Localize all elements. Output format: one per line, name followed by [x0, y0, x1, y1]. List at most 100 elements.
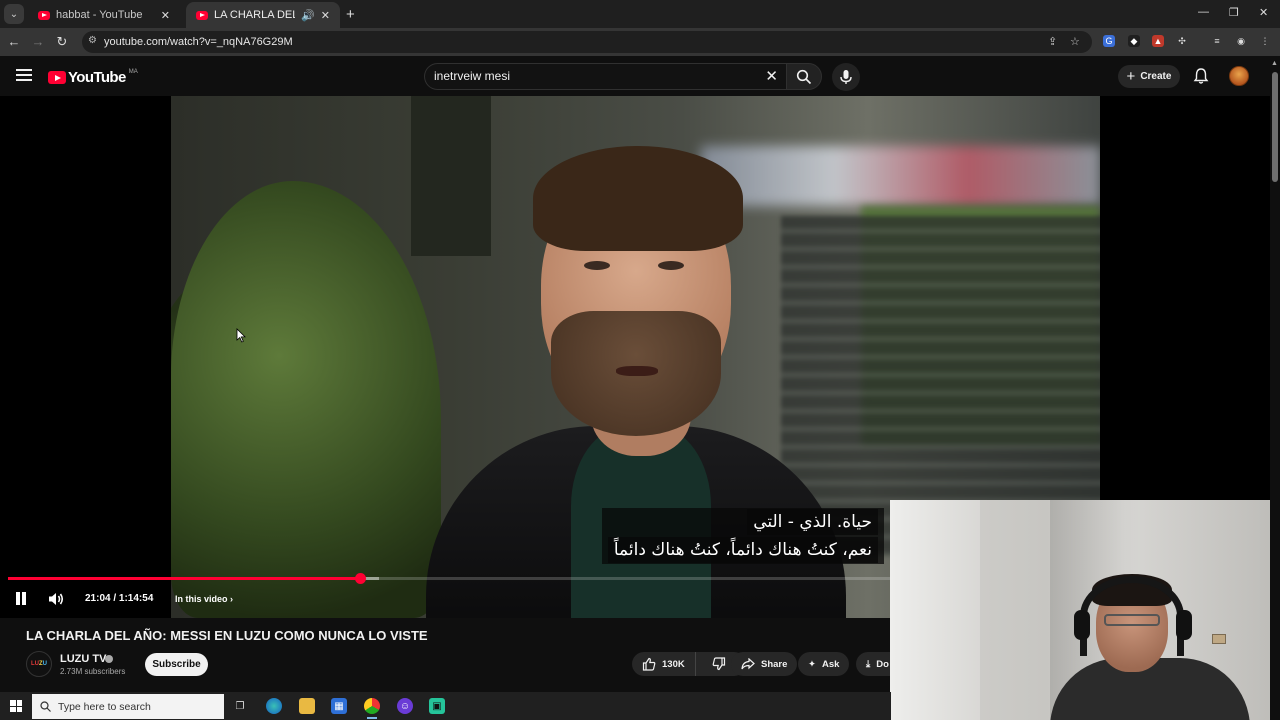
- volume-icon[interactable]: [47, 591, 65, 607]
- subtitle-text: نعم، كنتُ هناك دائماً، كنتُ هناك دائماً: [607, 537, 878, 563]
- eye: [584, 261, 610, 270]
- extension-red-icon[interactable]: ▲: [1152, 35, 1164, 47]
- subscriber-count: 2.73M subscribers: [60, 667, 126, 676]
- thumbs-up-icon: [642, 657, 656, 671]
- create-label: Create: [1140, 71, 1172, 82]
- extensions-puzzle-icon[interactable]: ✣: [1176, 35, 1188, 47]
- sparkle-icon: ✦: [808, 658, 816, 670]
- youtube-logo[interactable]: YouTube MA: [48, 69, 138, 86]
- taskbar-search[interactable]: Type here to search: [32, 694, 224, 719]
- plus-icon: +: [1126, 68, 1136, 85]
- screen: ⌄ habbat - YouTube ✕ LA CHARLA DEL AÑO: …: [0, 0, 1280, 720]
- site-info-icon[interactable]: ⚙: [88, 35, 97, 46]
- tab-habbat[interactable]: habbat - YouTube ✕: [28, 2, 180, 28]
- close-window-icon[interactable]: ✕: [1259, 6, 1268, 19]
- subscribe-button[interactable]: Subscribe: [145, 653, 208, 676]
- verified-check-icon: [105, 655, 113, 663]
- menu-icon[interactable]: [16, 69, 32, 81]
- microsoft-store-icon[interactable]: ▦: [331, 698, 347, 714]
- tab-la-charla[interactable]: LA CHARLA DEL AÑO: MES 🔊 ✕: [186, 2, 340, 28]
- pause-icon: [16, 592, 20, 605]
- tab-audio-icon[interactable]: 🔊: [301, 9, 315, 22]
- share-label: Share: [761, 658, 788, 670]
- tab-title: habbat - YouTube: [56, 9, 143, 21]
- avatar-letters: LU: [30, 661, 39, 667]
- file-explorer-icon[interactable]: [299, 698, 315, 714]
- share-arrow-icon: [741, 658, 755, 670]
- headset-earcup: [1074, 610, 1090, 640]
- address-bar[interactable]: ⚙ youtube.com/watch?v=_nqNA76G29M ⇪ ☆: [82, 31, 1092, 53]
- browser-toolbar: ← → ↻ ⚙ youtube.com/watch?v=_nqNA76G29M …: [0, 28, 1280, 56]
- youtube-favicon-icon: [196, 10, 208, 20]
- profile-icon[interactable]: ◉: [1235, 35, 1247, 47]
- tab-close-icon[interactable]: ✕: [321, 9, 330, 22]
- browser-tab-strip: ⌄ habbat - YouTube ✕ LA CHARLA DEL AÑO: …: [0, 0, 1280, 28]
- region-code: MA: [128, 68, 138, 75]
- pause-icon: [22, 592, 26, 605]
- scroll-up-arrow-icon[interactable]: ▲: [1271, 60, 1278, 67]
- create-button[interactable]: + Create: [1118, 65, 1180, 88]
- eye: [658, 261, 684, 270]
- forward-icon[interactable]: →: [30, 34, 46, 49]
- webcam-door: [890, 500, 980, 720]
- timecode: 21:04 / 1:14:54: [85, 593, 154, 604]
- subtitle-line-2: نعم، كنتُ هناك دائماً، كنتُ هناك دائماً: [601, 536, 884, 564]
- logo-text: YouTube: [68, 69, 126, 86]
- chrome-icon[interactable]: [364, 698, 380, 719]
- youtube-play-icon: [48, 71, 66, 84]
- clear-search-icon[interactable]: ✕: [765, 67, 778, 85]
- tab-close-icon[interactable]: ✕: [161, 9, 170, 22]
- microphone-icon: [840, 70, 852, 84]
- voice-search-button[interactable]: [832, 63, 860, 91]
- reload-icon[interactable]: ↻: [54, 34, 70, 50]
- edge-browser-icon[interactable]: [266, 698, 282, 714]
- page-scrollbar-thumb[interactable]: [1272, 72, 1278, 182]
- channel-avatar[interactable]: LU Z U: [26, 651, 52, 677]
- tab-title: LA CHARLA DEL AÑO: MES: [214, 9, 295, 21]
- discord-like-app-icon[interactable]: ☺: [397, 698, 413, 714]
- download-label: Do: [876, 658, 889, 670]
- extension-diamond-icon[interactable]: ◆: [1128, 35, 1140, 47]
- user-avatar[interactable]: [1229, 66, 1249, 86]
- video-title: LA CHARLA DEL AÑO: MESSI EN LUZU COMO NU…: [26, 628, 428, 643]
- tab-search-button[interactable]: ⌄: [4, 4, 24, 24]
- share-button[interactable]: Share: [731, 652, 798, 676]
- in-this-video-label: In this video: [175, 594, 228, 604]
- chevron-right-icon: ›: [230, 594, 234, 604]
- channel-name[interactable]: LUZU TV: [60, 653, 106, 665]
- search-icon: [40, 701, 51, 712]
- back-icon[interactable]: ←: [6, 34, 22, 49]
- search-input[interactable]: [434, 69, 754, 83]
- reading-list-icon[interactable]: ≡: [1211, 35, 1223, 47]
- played-bar: [8, 577, 361, 580]
- bookmark-star-icon[interactable]: ☆: [1070, 35, 1080, 48]
- pause-button[interactable]: [14, 592, 28, 606]
- in-this-video-button[interactable]: In this video ›: [175, 594, 233, 604]
- subtitles: حياة. الذي - التي نعم، كنتُ هناك دائماً،…: [601, 508, 884, 564]
- ask-button[interactable]: ✦ Ask: [798, 652, 850, 676]
- subtitle-text: حياة. الذي - التي: [747, 509, 878, 535]
- new-tab-button[interactable]: +: [346, 6, 355, 23]
- like-button[interactable]: 130K: [632, 652, 696, 676]
- translate-extension-icon[interactable]: G: [1103, 35, 1115, 47]
- chrome-menu-icon[interactable]: ⋮: [1259, 35, 1271, 47]
- thumbs-down-icon: [712, 657, 725, 671]
- youtube-favicon-icon: [38, 10, 50, 20]
- mouse-cursor-icon: [236, 328, 246, 343]
- notifications-bell-icon[interactable]: [1192, 67, 1210, 85]
- minimize-icon[interactable]: —: [1198, 6, 1209, 18]
- search-button[interactable]: [786, 63, 822, 90]
- youtube-header: YouTube MA ✕ + Create: [0, 56, 1280, 96]
- avatar-letters: U: [42, 661, 47, 667]
- restore-icon[interactable]: ❐: [1229, 6, 1239, 19]
- app-icon[interactable]: ▣: [429, 698, 445, 714]
- windows-start-icon[interactable]: [10, 700, 22, 712]
- windows-taskbar: Type here to search ❐ ▦ ☺ ▣: [0, 692, 891, 720]
- subtitle-line-1: حياة. الذي - التي: [601, 508, 884, 536]
- video-plant: [171, 181, 441, 618]
- mouth: [616, 366, 658, 376]
- headset-earcup: [1176, 610, 1192, 640]
- task-view-icon[interactable]: ❐: [232, 698, 248, 714]
- hair: [533, 146, 743, 251]
- install-app-icon[interactable]: ⇪: [1048, 35, 1057, 48]
